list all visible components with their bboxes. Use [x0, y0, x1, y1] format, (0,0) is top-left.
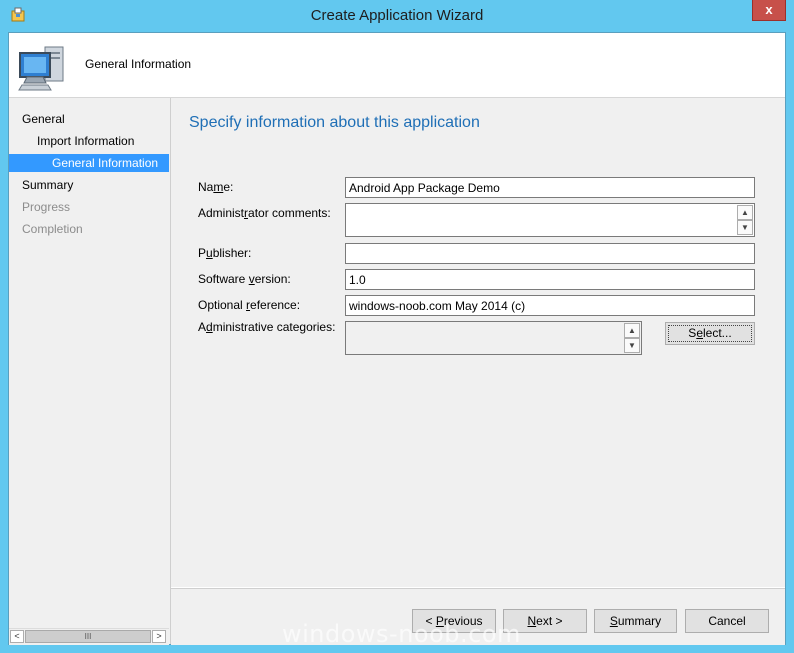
select-categories-button[interactable]: Select...	[665, 322, 755, 345]
name-field[interactable]: Android App Package Demo	[345, 177, 755, 198]
wizard-window: Create Application Wizard x General Info…	[0, 0, 794, 653]
name-label: Name:	[198, 180, 234, 194]
title-bar[interactable]: Create Application Wizard x	[0, 0, 794, 32]
administrative-categories-list[interactable]: ▲ ▼	[345, 321, 642, 355]
content-panel: Specify information about this applicati…	[171, 98, 785, 587]
scroll-down-button[interactable]: ▼	[624, 338, 640, 353]
nav-item-general[interactable]: General	[22, 110, 65, 128]
software-version-label: Software version:	[198, 272, 291, 286]
optional-reference-field[interactable]: windows-noob.com May 2014 (c)	[345, 295, 755, 316]
optional-reference-label: Optional reference:	[198, 298, 301, 312]
nav-item-progress: Progress	[22, 200, 71, 214]
scroll-up-button[interactable]: ▲	[737, 205, 753, 220]
administrator-comments-field[interactable]: ▲ ▼	[345, 203, 755, 237]
publisher-label: Publisher:	[198, 246, 252, 260]
administrative-categories-label: Administrative categories:	[198, 320, 336, 334]
software-version-field[interactable]: 1.0	[345, 269, 755, 290]
summary-button[interactable]: Summary	[594, 609, 677, 633]
wizard-step-navigation: General Import Information General Infor…	[9, 98, 171, 645]
scroll-down-button[interactable]: ▼	[737, 220, 753, 235]
wizard-client-area: General Information General Import Infor…	[8, 32, 786, 645]
watermark: windows-noob.com	[282, 620, 521, 648]
close-button[interactable]: x	[752, 0, 786, 21]
scroll-right-button[interactable]: >	[152, 630, 166, 643]
nav-item-import-information[interactable]: Import Information	[37, 132, 134, 150]
scroll-up-button[interactable]: ▲	[624, 323, 640, 338]
nav-item-completion: Completion	[22, 222, 83, 236]
nav-item-general-information[interactable]: General Information	[9, 154, 169, 172]
scroll-thumb[interactable]: III	[25, 630, 151, 643]
header-title: General Information	[85, 57, 192, 71]
nav-horizontal-scrollbar[interactable]: < III >	[9, 628, 169, 645]
publisher-field[interactable]	[345, 243, 755, 264]
wizard-header: General Information	[9, 33, 785, 98]
categories-scrollbar[interactable]: ▲ ▼	[624, 323, 640, 353]
scroll-left-button[interactable]: <	[10, 630, 24, 643]
computer-icon	[18, 46, 64, 91]
cancel-button[interactable]: Cancel	[685, 609, 769, 633]
administrator-comments-label: Administrator comments:	[198, 206, 331, 220]
nav-item-summary[interactable]: Summary	[22, 176, 73, 194]
window-title: Create Application Wizard	[310, 7, 484, 24]
page-heading: Specify information about this applicati…	[189, 114, 480, 131]
comments-scrollbar[interactable]: ▲ ▼	[737, 205, 753, 235]
